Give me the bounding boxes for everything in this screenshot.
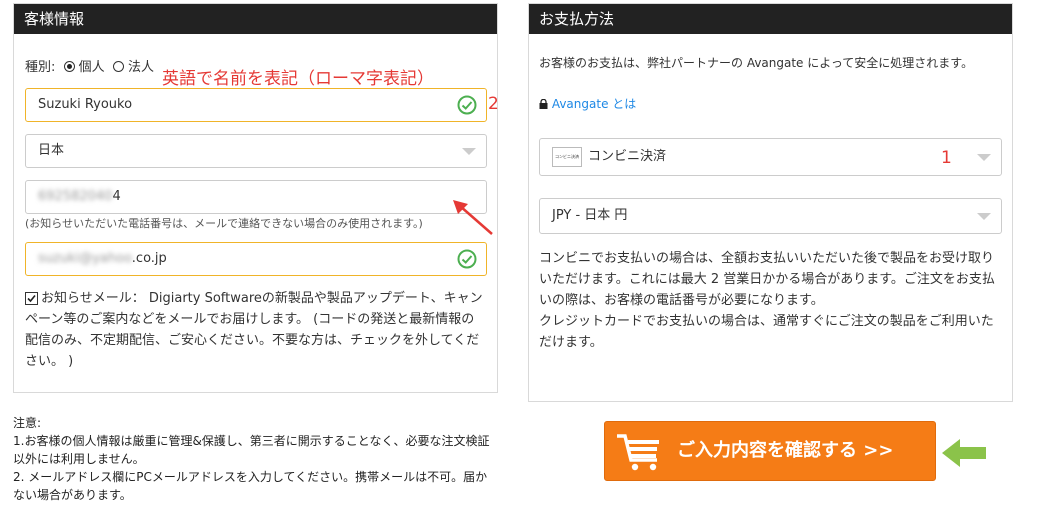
payment-description: コンビニでお支払いの場合は、全額お支払いいただいた後で製品をお受け取りいただけま… xyxy=(539,251,995,350)
currency-value: JPY - 日本 円 xyxy=(552,208,628,223)
name-value: Suzuki Ryouko xyxy=(38,97,133,112)
payment-method-annotation: 1 xyxy=(941,148,952,168)
radio-corporate-label: 法人 xyxy=(127,60,154,75)
notes-line-2: 2. メールアドレス欄にPCメールアドレスを入力してください。携帯メールは不可。… xyxy=(13,470,488,502)
convenience-store-logo: コンビニ決済 xyxy=(552,146,582,167)
notes-block: 注意: 1.お客様の個人情報は厳重に管理&保護し、第三者に開示することなく、必要… xyxy=(13,414,498,504)
radio-individual[interactable]: 個人 xyxy=(63,56,105,75)
name-annotation-number: 2 xyxy=(488,94,499,114)
radio-individual-label: 個人 xyxy=(78,60,105,75)
phone-note: (お知らせいただいた電話番号は、メールで連絡できない場合のみ使用されます。) xyxy=(25,217,423,230)
customer-info-panel: 客様情報 種別: 個人 法人 英語で名前を表記（ローマ字表記） Suzuki R… xyxy=(13,3,499,393)
payment-method-value: コンビニ決済 xyxy=(588,149,667,164)
newsletter-text: お知らせメール： Digiarty Softwareの新製品や製品アップデート、… xyxy=(25,291,483,369)
notes-title: 注意: xyxy=(13,416,42,430)
chevron-down-icon xyxy=(462,148,476,155)
phone-value-masked: 692582040 xyxy=(38,189,113,204)
customer-type-row: 種別: 個人 法人 xyxy=(25,56,154,75)
email-value-tail: .co.jp xyxy=(131,251,167,266)
confirm-order-button[interactable]: ご入力内容を確認する >> xyxy=(604,421,936,481)
payment-method-title: お支払方法 xyxy=(529,4,1012,34)
currency-select[interactable]: JPY - 日本 円 xyxy=(539,198,1002,234)
payment-method-select[interactable]: コンビニ決済 コンビニ決済 xyxy=(539,138,1002,176)
payment-method-panel: お支払方法 お客様のお支払は、弊社パートナーの Avangate によって安全に… xyxy=(528,3,1013,402)
shopping-cart-icon xyxy=(617,434,659,471)
phone-value-tail: 4 xyxy=(112,189,121,204)
radio-unchecked-icon xyxy=(112,61,124,72)
phone-field[interactable]: 6925820404 xyxy=(25,180,487,214)
customer-info-title: 客様情報 xyxy=(14,4,497,34)
valid-check-icon xyxy=(457,249,477,269)
country-value: 日本 xyxy=(38,143,65,158)
avangate-link[interactable]: Avangate とは xyxy=(552,97,636,111)
valid-check-icon xyxy=(457,95,477,115)
customer-type-label: 種別: xyxy=(25,60,56,75)
payment-intro: お客様のお支払は、弊社パートナーの Avangate によって安全に処理されます… xyxy=(539,56,974,70)
lock-icon xyxy=(539,98,548,109)
name-field[interactable]: Suzuki Ryouko xyxy=(25,88,487,122)
chevron-down-icon xyxy=(977,213,991,220)
radio-corporate[interactable]: 法人 xyxy=(112,56,154,75)
notes-line-1: 1.お客様の個人情報は厳重に管理&保護し、第三者に開示することなく、必要な注文検… xyxy=(13,434,490,466)
email-field[interactable]: suzuki@yahoo.co.jp xyxy=(25,242,487,276)
name-annotation: 英語で名前を表記（ローマ字表記） xyxy=(162,69,434,89)
email-value-masked: suzuki@yahoo xyxy=(38,251,132,266)
radio-checked-icon xyxy=(63,61,75,72)
annotation-arrow-icon xyxy=(453,200,493,235)
confirm-order-label: ご入力内容を確認する >> xyxy=(677,440,894,461)
chevron-down-icon xyxy=(977,154,991,161)
country-select[interactable]: 日本 xyxy=(25,134,487,168)
pointer-arrow-icon xyxy=(942,439,986,467)
avangate-link-row[interactable]: Avangate とは xyxy=(539,95,636,112)
